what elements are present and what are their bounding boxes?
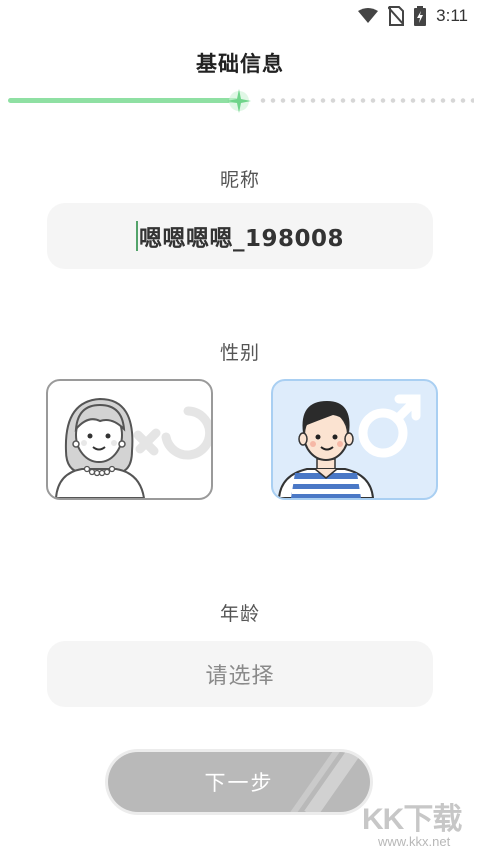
- step-progress-bar: [0, 88, 480, 114]
- text-cursor: [135, 221, 138, 251]
- page-title: 基础信息: [196, 52, 284, 76]
- female-avatar-illustration: [54, 397, 211, 498]
- progress-fill: [8, 98, 238, 103]
- watermark-url: www.kkx.net: [378, 834, 451, 849]
- no-sim-icon: [388, 6, 405, 26]
- age-placeholder: 请选择: [205, 664, 275, 689]
- nickname-label: 昵称: [219, 169, 260, 191]
- female-symbol-icon: [133, 406, 211, 460]
- watermark: KK下载 www.kkx.net: [358, 794, 480, 853]
- status-bar: 3:11: [0, 0, 480, 34]
- age-select[interactable]: 请选择: [47, 641, 433, 707]
- male-symbol-icon: [358, 394, 421, 458]
- age-label: 年龄: [219, 603, 260, 625]
- progress-remaining-dots: [258, 98, 474, 103]
- next-button[interactable]: 下一步: [108, 752, 370, 812]
- status-time: 3:11: [436, 6, 468, 25]
- gender-option-female[interactable]: [46, 379, 213, 500]
- next-button-label: 下一步: [204, 771, 274, 795]
- wifi-icon: [358, 8, 379, 23]
- gender-label: 性别: [219, 342, 260, 364]
- male-avatar-illustration: [277, 394, 421, 498]
- watermark-logo: KK下载: [362, 803, 462, 836]
- battery-charging-icon: [414, 6, 427, 26]
- nickname-input[interactable]: 嗯嗯嗯嗯_198008: [47, 203, 433, 269]
- sparkle-icon: [227, 89, 251, 113]
- nickname-value: 嗯嗯嗯嗯_198008: [138, 226, 345, 252]
- gender-option-male[interactable]: [271, 379, 438, 500]
